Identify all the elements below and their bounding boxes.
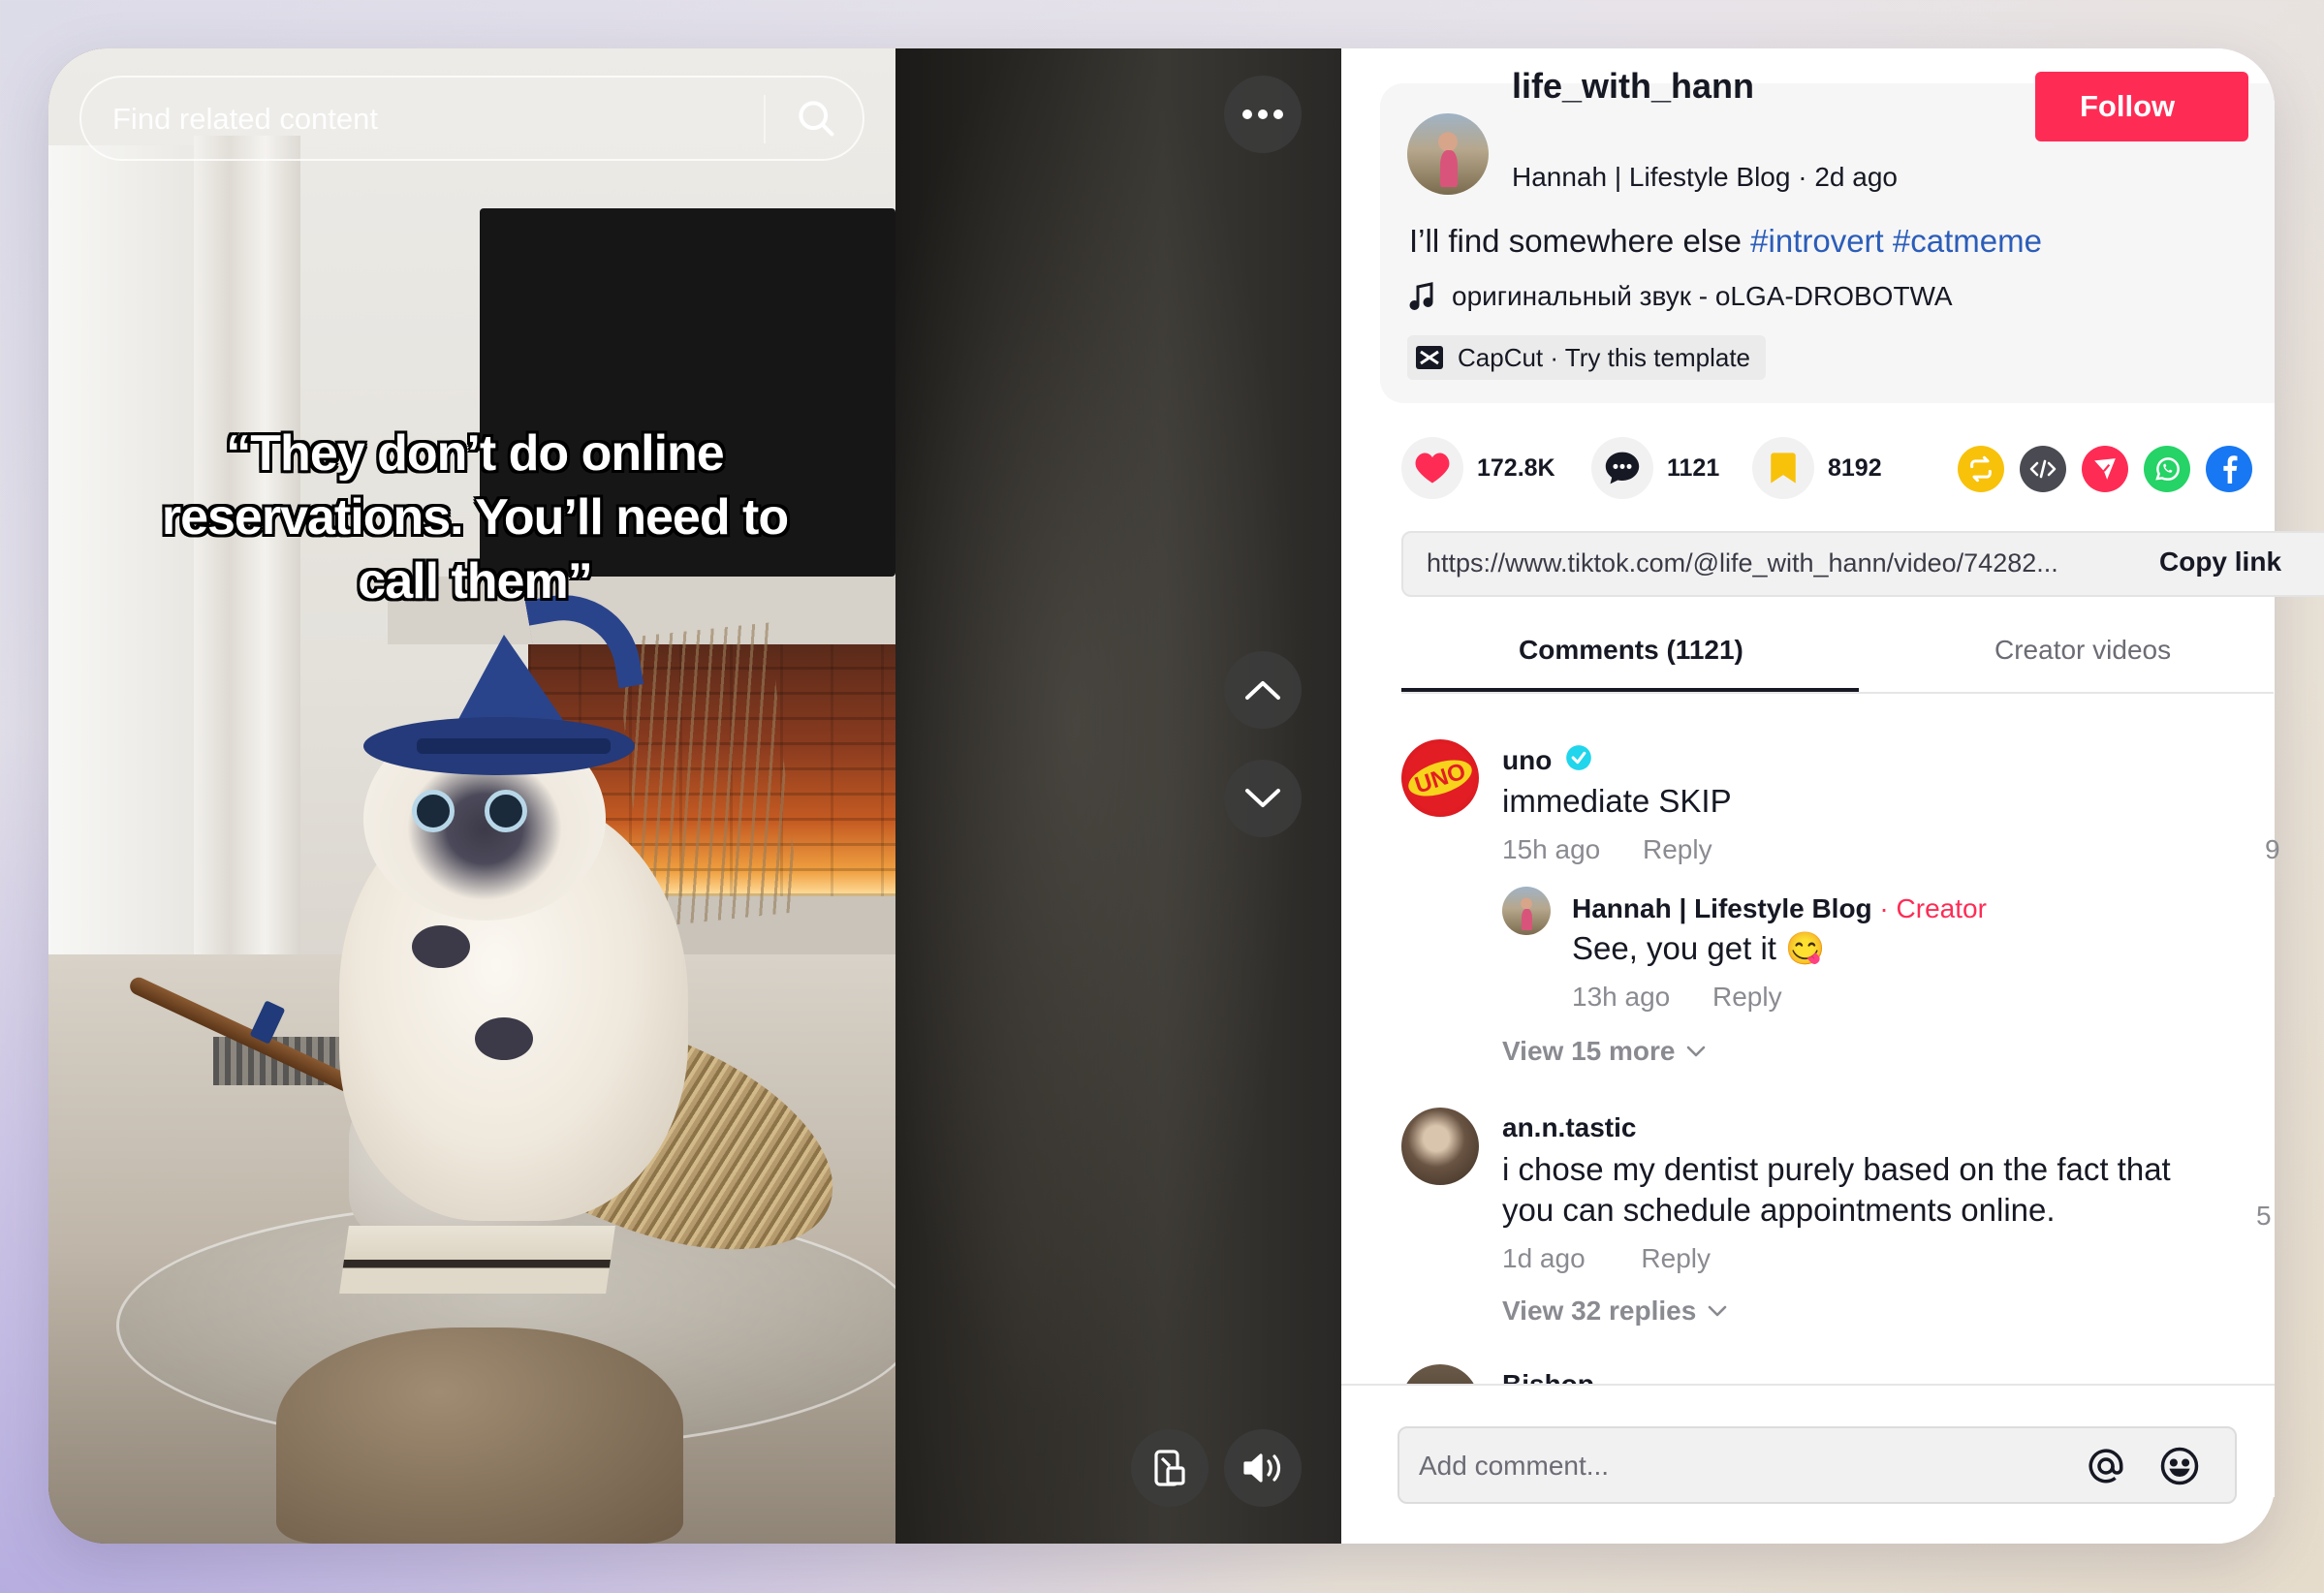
reply-button[interactable]: Reply <box>1641 1243 1711 1273</box>
hashtag-catmeme[interactable]: #catmeme <box>1893 223 2042 259</box>
comment-count-button[interactable]: 1121 <box>1591 436 1719 500</box>
side-panel <box>1341 48 2275 1544</box>
search-icon <box>799 101 834 137</box>
reply-avatar[interactable] <box>1502 887 1551 935</box>
creator-username[interactable]: life_with_hann <box>1512 66 1754 107</box>
emoji-icon[interactable] <box>2159 1446 2200 1486</box>
verified-badge-icon <box>1566 745 1591 770</box>
previous-video-button[interactable] <box>1224 651 1302 729</box>
bookmark-icon <box>1771 453 1796 484</box>
video-stage: “They don’t do online reservations. You’… <box>48 48 1341 1544</box>
chevron-down-icon <box>1687 1046 1706 1057</box>
video-link-box: https://www.tiktok.com/@life_with_hann/v… <box>1401 531 2324 597</box>
reply-button[interactable]: Reply <box>1643 834 1712 864</box>
hashtag-introvert[interactable]: #introvert <box>1750 223 1884 259</box>
post-description: I’ll find somewhere else #introvert #cat… <box>1409 223 2042 259</box>
related-search-bar[interactable] <box>79 76 864 161</box>
heart-icon <box>1415 453 1450 484</box>
post-time: 2d ago <box>1814 162 1898 192</box>
comment-like-count[interactable]: 5 <box>2256 1201 2272 1232</box>
reply-text: See, you get it 😋 <box>1572 930 1826 966</box>
tab-divider <box>1401 692 2274 694</box>
comment-input[interactable] <box>1417 1428 2041 1504</box>
facebook-share-button[interactable] <box>2206 446 2252 492</box>
comment-meta: 15h ago Reply <box>1502 834 1712 865</box>
embed-button[interactable] <box>2020 446 2066 492</box>
reply-time: 13h ago <box>1572 982 1671 1012</box>
comment-text: i chose my dentist purely based on the f… <box>1502 1151 2171 1228</box>
facebook-icon <box>2223 455 2238 484</box>
whatsapp-icon <box>2155 457 2180 481</box>
follow-button[interactable]: Follow <box>2035 72 2248 141</box>
comment-time: 15h ago <box>1502 834 1601 864</box>
more-options-icon <box>1242 109 1283 119</box>
comment-text: immediate SKIP <box>1502 783 1732 819</box>
comment-bubble-icon <box>1605 452 1640 484</box>
comment-count: 1121 <box>1667 453 1720 482</box>
chevron-up-icon <box>1245 681 1280 700</box>
reply-username[interactable]: Hannah | Lifestyle Blog · Creator <box>1572 893 1987 924</box>
repost-button[interactable] <box>1958 446 2004 492</box>
floating-player-button[interactable] <box>1131 1429 1209 1507</box>
like-button[interactable]: 172.8K <box>1401 436 1555 500</box>
view-more-replies[interactable]: View 15 more <box>1502 1036 1706 1067</box>
send-to-friends-button[interactable] <box>2082 446 2128 492</box>
comment-username[interactable]: an.n.tastic <box>1502 1112 1636 1143</box>
comment-like-count[interactable]: 9 <box>2265 834 2280 865</box>
capcut-icon <box>1416 346 1443 369</box>
tab-creator-videos[interactable]: Creator videos <box>1994 635 2171 666</box>
video-url[interactable]: https://www.tiktok.com/@life_with_hann/v… <box>1427 548 2058 578</box>
embed-icon <box>2029 459 2057 479</box>
next-video-button[interactable] <box>1224 760 1302 837</box>
reply-button[interactable]: Reply <box>1712 982 1782 1012</box>
whatsapp-share-button[interactable] <box>2144 446 2190 492</box>
volume-button[interactable] <box>1224 1429 1302 1507</box>
send-icon <box>2094 458 2116 480</box>
repost-icon <box>1970 455 1992 483</box>
reply-meta: 13h ago Reply <box>1572 982 1782 1013</box>
tab-active-indicator <box>1401 688 1859 692</box>
capcut-template-link[interactable]: CapCut · Try this template <box>1407 335 1767 380</box>
creator-badge: Creator <box>1896 893 1987 923</box>
search-button[interactable] <box>779 83 853 153</box>
chevron-down-icon <box>1245 789 1280 807</box>
comment-time: 1d ago <box>1502 1243 1586 1273</box>
save-button[interactable]: 8192 <box>1752 436 1882 500</box>
mention-icon[interactable] <box>2086 1446 2126 1486</box>
more-options-button[interactable] <box>1224 76 1302 153</box>
music-link[interactable]: оригинальный звук - oLGA-DROBOTWA <box>1409 281 1953 312</box>
video-caption: “They don’t do online reservations. You’… <box>161 425 789 609</box>
volume-icon <box>1243 1453 1281 1483</box>
copy-link-button[interactable]: Copy link <box>2159 547 2281 578</box>
chevron-down-icon <box>1708 1305 1727 1317</box>
tab-comments[interactable]: Comments (1121) <box>1519 635 1743 666</box>
search-input[interactable] <box>110 78 754 161</box>
comment-username[interactable]: uno <box>1502 744 1592 776</box>
comment-meta: 1d ago Reply <box>1502 1243 1711 1274</box>
music-note-icon <box>1409 282 1433 310</box>
view-more-replies[interactable]: View 32 replies <box>1502 1296 1727 1327</box>
floating-player-icon <box>1154 1450 1185 1486</box>
music-title: оригинальный звук - oLGA-DROBOTWA <box>1452 281 1953 311</box>
creator-display-name: Hannah | Lifestyle Blog <box>1512 162 1791 192</box>
creator-avatar[interactable] <box>1407 113 1489 195</box>
app-window: “They don’t do online reservations. You’… <box>48 48 2275 1544</box>
comment-avatar[interactable] <box>1401 1108 1479 1185</box>
like-count: 172.8K <box>1477 453 1555 482</box>
creator-subtitle: Hannah | Lifestyle Blog · 2d ago <box>1512 162 1898 192</box>
save-count: 8192 <box>1828 453 1882 482</box>
comment-avatar[interactable]: UNO <box>1401 739 1479 817</box>
video-player[interactable]: “They don’t do online reservations. You’… <box>48 48 895 1544</box>
comment-input-box[interactable] <box>1398 1426 2237 1504</box>
uno-logo: UNO <box>1408 758 1472 799</box>
